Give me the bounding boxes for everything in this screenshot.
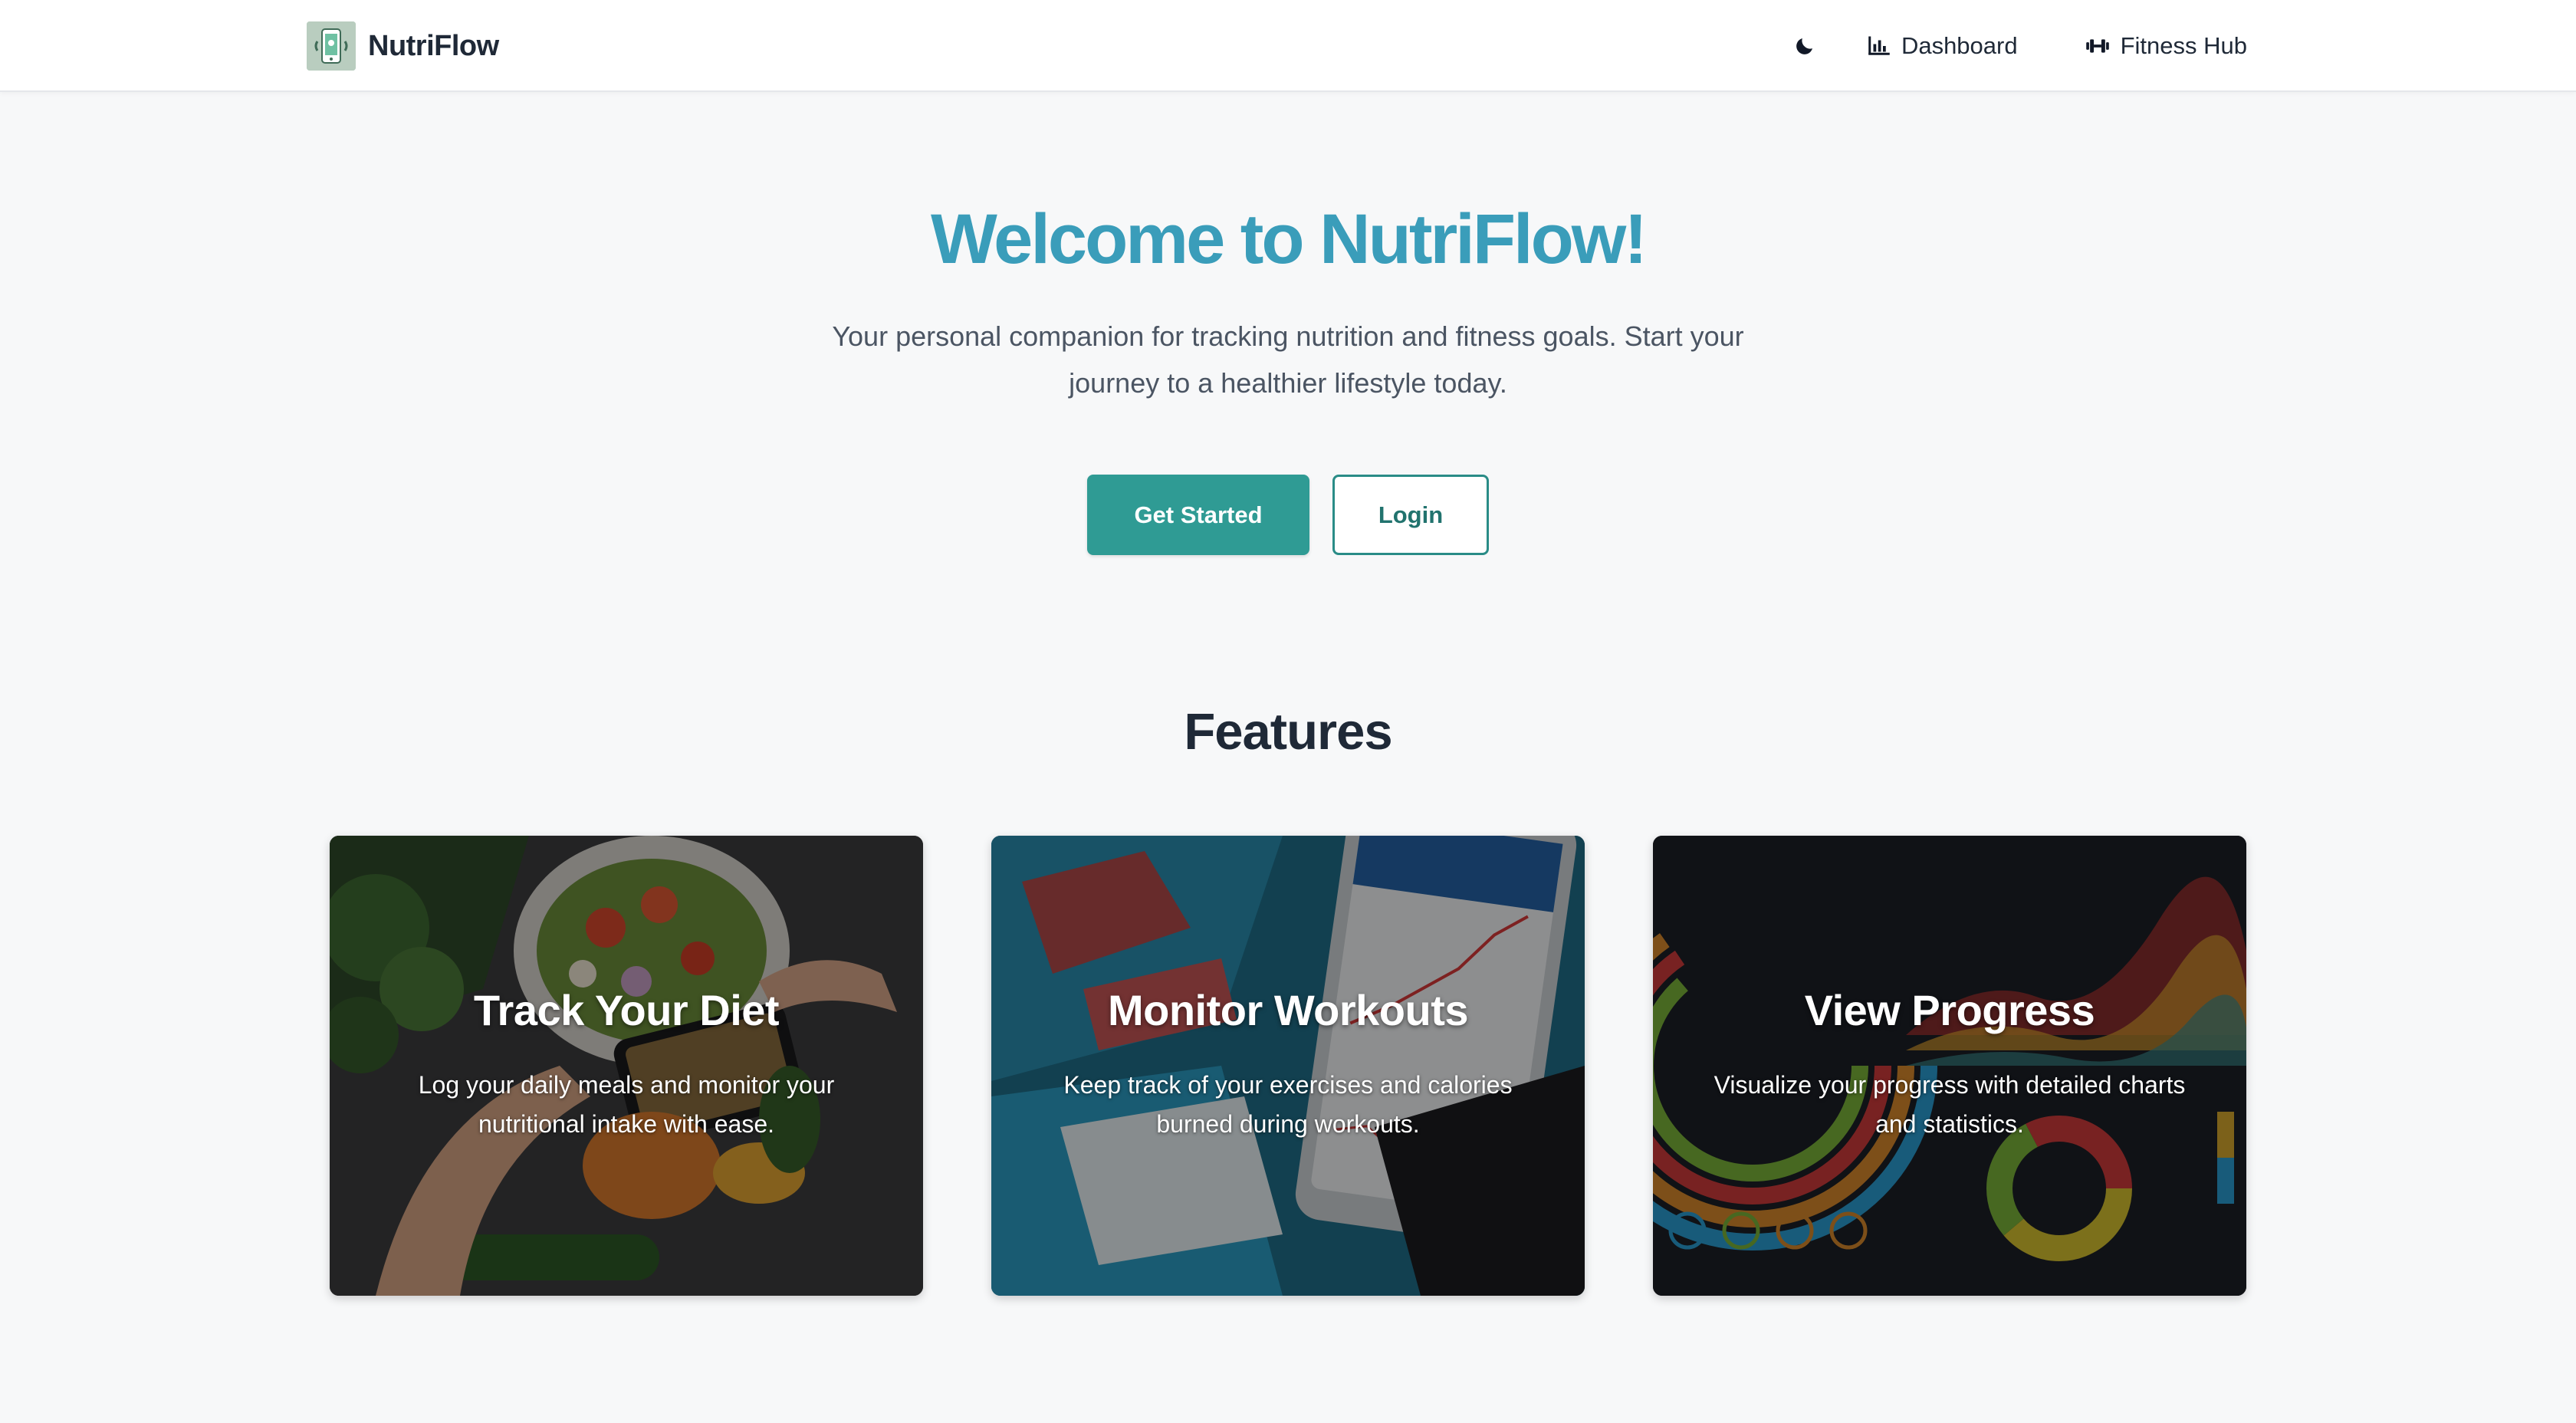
- login-button[interactable]: Login: [1332, 475, 1489, 555]
- nav-link-fitness-hub[interactable]: Fitness Hub: [2085, 32, 2247, 60]
- get-started-button[interactable]: Get Started: [1087, 475, 1309, 555]
- nav-link-dashboard-label: Dashboard: [1901, 32, 2018, 59]
- bar-chart-icon: [1868, 36, 1890, 55]
- feature-card-view-progress[interactable]: View Progress Visualize your progress wi…: [1653, 836, 2246, 1296]
- card-title: Track Your Diet: [473, 986, 780, 1034]
- nav-link-dashboard[interactable]: Dashboard: [1868, 32, 2018, 60]
- card-title: View Progress: [1804, 986, 2095, 1034]
- nav-link-fitness-hub-label: Fitness Hub: [2120, 32, 2247, 59]
- card-description: Log your daily meals and monitor your nu…: [418, 1071, 835, 1138]
- nav-menu: Dashboard Fitness Hub: [1782, 23, 2247, 69]
- feature-card-track-diet[interactable]: Track Your Diet Log your daily meals and…: [330, 836, 923, 1296]
- phone-scale-icon: [307, 21, 356, 71]
- feature-card-monitor-workouts[interactable]: Monitor Workouts Keep track of your exer…: [991, 836, 1585, 1296]
- hero-actions: Get Started Login: [1087, 475, 1489, 555]
- features-heading: Features: [1184, 703, 1392, 761]
- dumbbell-icon: [2085, 39, 2109, 53]
- brand[interactable]: NutriFlow: [307, 21, 499, 71]
- brand-name: NutriFlow: [368, 29, 499, 62]
- card-title: Monitor Workouts: [1107, 986, 1469, 1034]
- moon-icon: [1796, 38, 1812, 54]
- hero-subtitle: Your personal companion for tracking nut…: [832, 320, 1744, 399]
- card-description: Keep track of your exercises and calorie…: [1063, 1071, 1513, 1138]
- feature-cards: Track Your Diet Log your daily meals and…: [330, 836, 2246, 1296]
- navbar: NutriFlow Dashboard Fitness Hub: [0, 0, 2576, 92]
- card-description: Visualize your progress with detailed ch…: [1714, 1071, 2186, 1138]
- theme-toggle-button[interactable]: [1782, 23, 1828, 69]
- hero-title: Welcome to NutriFlow!: [931, 200, 1648, 278]
